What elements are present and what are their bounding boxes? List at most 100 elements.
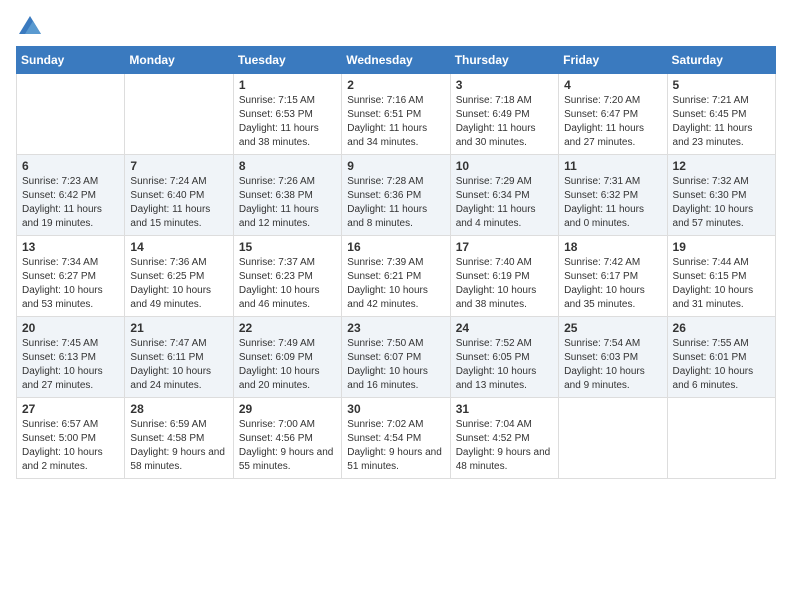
calendar-cell: 10 Sunrise: 7:29 AMSunset: 6:34 PMDayligh… — [450, 155, 558, 236]
day-info: Sunrise: 7:47 AMSunset: 6:11 PMDaylight:… — [130, 337, 227, 393]
day-number: 28 — [130, 402, 227, 416]
calendar-cell: 28 Sunrise: 6:59 AMSunset: 4:58 PMDayligh… — [125, 398, 233, 479]
day-info: Sunrise: 7:23 AMSunset: 6:42 PMDaylight:… — [22, 175, 119, 231]
day-info: Sunrise: 7:02 AMSunset: 4:54 PMDaylight:… — [347, 418, 444, 474]
day-number: 18 — [564, 240, 661, 254]
day-number: 6 — [22, 159, 119, 173]
header — [16, 16, 776, 34]
day-number: 26 — [673, 321, 770, 335]
day-info: Sunrise: 7:52 AMSunset: 6:05 PMDaylight:… — [456, 337, 553, 393]
day-of-week-header: Monday — [125, 47, 233, 74]
day-number: 13 — [22, 240, 119, 254]
calendar-cell: 1Sunrise: 7:15 AMSunset: 6:53 PMDaylight… — [233, 74, 341, 155]
day-info: Sunrise: 7:42 AMSunset: 6:17 PMDaylight:… — [564, 256, 661, 312]
day-of-week-header: Wednesday — [342, 47, 450, 74]
day-info: Sunrise: 7:24 AMSunset: 6:40 PMDaylight:… — [130, 175, 227, 231]
calendar-cell: 6 Sunrise: 7:23 AMSunset: 6:42 PMDaylight… — [17, 155, 125, 236]
calendar-cell: 31 Sunrise: 7:04 AMSunset: 4:52 PMDayligh… — [450, 398, 558, 479]
day-number: 9 — [347, 159, 444, 173]
day-of-week-header: Thursday — [450, 47, 558, 74]
day-info: Sunrise: 7:37 AMSunset: 6:23 PMDaylight:… — [239, 256, 336, 312]
calendar-cell: 11 Sunrise: 7:31 AMSunset: 6:32 PMDayligh… — [559, 155, 667, 236]
day-number: 22 — [239, 321, 336, 335]
day-info: Sunrise: 6:57 AMSunset: 5:00 PMDaylight:… — [22, 418, 119, 474]
day-number: 3 — [456, 78, 553, 92]
calendar-cell: 12Sunrise: 7:32 AMSunset: 6:30 PMDayligh… — [667, 155, 775, 236]
calendar-cell: 21 Sunrise: 7:47 AMSunset: 6:11 PMDayligh… — [125, 317, 233, 398]
day-info: Sunrise: 7:50 AMSunset: 6:07 PMDaylight:… — [347, 337, 444, 393]
day-info: Sunrise: 7:20 AMSunset: 6:47 PMDaylight:… — [564, 94, 661, 150]
day-info: Sunrise: 7:39 AMSunset: 6:21 PMDaylight:… — [347, 256, 444, 312]
day-number: 31 — [456, 402, 553, 416]
day-info: Sunrise: 6:59 AMSunset: 4:58 PMDaylight:… — [130, 418, 227, 474]
day-number: 24 — [456, 321, 553, 335]
day-of-week-header: Tuesday — [233, 47, 341, 74]
day-info: Sunrise: 7:40 AMSunset: 6:19 PMDaylight:… — [456, 256, 553, 312]
day-of-week-header: Friday — [559, 47, 667, 74]
calendar-cell: 25 Sunrise: 7:54 AMSunset: 6:03 PMDayligh… — [559, 317, 667, 398]
calendar-cell: 14 Sunrise: 7:36 AMSunset: 6:25 PMDayligh… — [125, 236, 233, 317]
calendar-table: SundayMondayTuesdayWednesdayThursdayFrid… — [16, 46, 776, 479]
day-of-week-header: Saturday — [667, 47, 775, 74]
calendar-cell: 17 Sunrise: 7:40 AMSunset: 6:19 PMDayligh… — [450, 236, 558, 317]
day-info: Sunrise: 7:49 AMSunset: 6:09 PMDaylight:… — [239, 337, 336, 393]
day-info: Sunrise: 7:54 AMSunset: 6:03 PMDaylight:… — [564, 337, 661, 393]
day-number: 30 — [347, 402, 444, 416]
day-info: Sunrise: 7:21 AMSunset: 6:45 PMDaylight:… — [673, 94, 770, 150]
calendar-cell — [559, 398, 667, 479]
calendar-cell — [667, 398, 775, 479]
day-number: 25 — [564, 321, 661, 335]
day-number: 11 — [564, 159, 661, 173]
day-number: 19 — [673, 240, 770, 254]
day-info: Sunrise: 7:34 AMSunset: 6:27 PMDaylight:… — [22, 256, 119, 312]
calendar-cell: 27 Sunrise: 6:57 AMSunset: 5:00 PMDayligh… — [17, 398, 125, 479]
day-info: Sunrise: 7:18 AMSunset: 6:49 PMDaylight:… — [456, 94, 553, 150]
day-info: Sunrise: 7:15 AMSunset: 6:53 PMDaylight:… — [239, 94, 336, 150]
day-info: Sunrise: 7:04 AMSunset: 4:52 PMDaylight:… — [456, 418, 553, 474]
day-info: Sunrise: 7:31 AMSunset: 6:32 PMDaylight:… — [564, 175, 661, 231]
calendar-cell — [125, 74, 233, 155]
calendar-cell: 24 Sunrise: 7:52 AMSunset: 6:05 PMDayligh… — [450, 317, 558, 398]
day-number: 20 — [22, 321, 119, 335]
day-number: 27 — [22, 402, 119, 416]
calendar-cell: 29 Sunrise: 7:00 AMSunset: 4:56 PMDayligh… — [233, 398, 341, 479]
calendar-cell: 22 Sunrise: 7:49 AMSunset: 6:09 PMDayligh… — [233, 317, 341, 398]
calendar-cell: 20 Sunrise: 7:45 AMSunset: 6:13 PMDayligh… — [17, 317, 125, 398]
day-number: 7 — [130, 159, 227, 173]
day-number: 14 — [130, 240, 227, 254]
calendar-cell: 8 Sunrise: 7:26 AMSunset: 6:38 PMDaylight… — [233, 155, 341, 236]
day-info: Sunrise: 7:29 AMSunset: 6:34 PMDaylight:… — [456, 175, 553, 231]
calendar-cell: 5 Sunrise: 7:21 AMSunset: 6:45 PMDaylight… — [667, 74, 775, 155]
calendar-week-row: 6 Sunrise: 7:23 AMSunset: 6:42 PMDaylight… — [17, 155, 776, 236]
calendar-cell: 3 Sunrise: 7:18 AMSunset: 6:49 PMDaylight… — [450, 74, 558, 155]
day-number: 21 — [130, 321, 227, 335]
day-info: Sunrise: 7:45 AMSunset: 6:13 PMDaylight:… — [22, 337, 119, 393]
day-number: 10 — [456, 159, 553, 173]
day-number: 15 — [239, 240, 336, 254]
calendar-cell: 4Sunrise: 7:20 AMSunset: 6:47 PMDaylight… — [559, 74, 667, 155]
day-info: Sunrise: 7:32 AMSunset: 6:30 PMDaylight:… — [673, 175, 770, 231]
day-info: Sunrise: 7:44 AMSunset: 6:15 PMDaylight:… — [673, 256, 770, 312]
day-number: 5 — [673, 78, 770, 92]
day-number: 8 — [239, 159, 336, 173]
calendar-cell: 19 Sunrise: 7:44 AMSunset: 6:15 PMDayligh… — [667, 236, 775, 317]
day-info: Sunrise: 7:16 AMSunset: 6:51 PMDaylight:… — [347, 94, 444, 150]
calendar-week-row: 27 Sunrise: 6:57 AMSunset: 5:00 PMDayligh… — [17, 398, 776, 479]
day-info: Sunrise: 7:28 AMSunset: 6:36 PMDaylight:… — [347, 175, 444, 231]
day-number: 17 — [456, 240, 553, 254]
calendar-week-row: 1Sunrise: 7:15 AMSunset: 6:53 PMDaylight… — [17, 74, 776, 155]
day-number: 29 — [239, 402, 336, 416]
calendar-cell: 9 Sunrise: 7:28 AMSunset: 6:36 PMDaylight… — [342, 155, 450, 236]
logo-icon — [19, 16, 41, 34]
calendar-cell: 18 Sunrise: 7:42 AMSunset: 6:17 PMDayligh… — [559, 236, 667, 317]
day-info: Sunrise: 7:00 AMSunset: 4:56 PMDaylight:… — [239, 418, 336, 474]
calendar-cell: 7 Sunrise: 7:24 AMSunset: 6:40 PMDaylight… — [125, 155, 233, 236]
day-number: 2 — [347, 78, 444, 92]
day-number: 23 — [347, 321, 444, 335]
day-info: Sunrise: 7:36 AMSunset: 6:25 PMDaylight:… — [130, 256, 227, 312]
calendar-cell: 23 Sunrise: 7:50 AMSunset: 6:07 PMDayligh… — [342, 317, 450, 398]
day-info: Sunrise: 7:26 AMSunset: 6:38 PMDaylight:… — [239, 175, 336, 231]
calendar-cell: 13 Sunrise: 7:34 AMSunset: 6:27 PMDayligh… — [17, 236, 125, 317]
day-of-week-header: Sunday — [17, 47, 125, 74]
calendar-cell: 16Sunrise: 7:39 AMSunset: 6:21 PMDayligh… — [342, 236, 450, 317]
